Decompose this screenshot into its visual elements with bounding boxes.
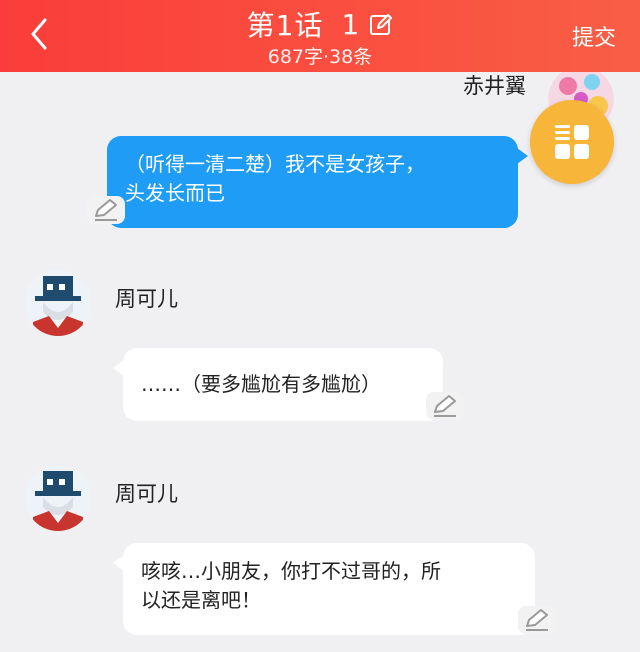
speaker-name: 周可儿 <box>115 482 178 506</box>
avatar-image <box>25 465 91 531</box>
message-text-line: ……（要多尴尬有多尴尬） <box>141 372 381 396</box>
chapter-title: 第1话 <box>246 9 324 42</box>
avatar[interactable] <box>25 465 91 531</box>
message-text-line: 以还是离吧！ <box>141 588 261 612</box>
edit-icon[interactable] <box>369 13 393 37</box>
word-count: 687字·38条 <box>267 46 373 68</box>
menu-fab-button[interactable] <box>530 100 614 184</box>
bubble-tail <box>113 555 124 571</box>
message-text-line: （听得一清二楚）我不是女孩子， <box>125 152 425 176</box>
grid-menu-icon <box>555 125 589 159</box>
message-bubble[interactable]: （听得一清二楚）我不是女孩子， 头发长而已 <box>107 136 518 228</box>
title-area: 第1话 1 687字·38条 <box>0 4 640 69</box>
message-bubble[interactable]: 咳咳…小朋友，你打不过哥的，所 以还是离吧！ <box>123 543 535 635</box>
bubble-tail <box>113 360 124 376</box>
message-text-line: 头发长而已 <box>125 181 225 205</box>
bubble-tail <box>517 148 528 164</box>
pen-icon[interactable] <box>87 196 125 224</box>
pen-icon[interactable] <box>518 606 556 634</box>
submit-button[interactable]: 提交 <box>572 20 616 52</box>
message-text-line: 咳咳…小朋友，你打不过哥的，所 <box>141 559 441 583</box>
top-bar: 第1话 1 687字·38条 提交 <box>0 0 640 72</box>
chapter-number: 1 <box>341 7 360 41</box>
speaker-name: 赤井翼 <box>463 74 526 98</box>
avatar-image <box>25 270 91 336</box>
message-bubble[interactable]: ……（要多尴尬有多尴尬） <box>123 348 443 421</box>
avatar[interactable] <box>25 270 91 336</box>
pen-icon[interactable] <box>426 392 464 420</box>
speaker-name: 周可儿 <box>115 287 178 311</box>
